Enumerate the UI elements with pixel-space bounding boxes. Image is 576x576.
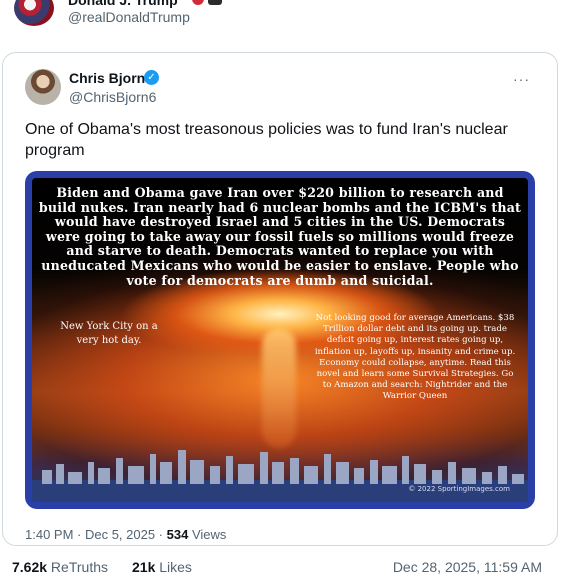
outer-flag-icon — [208, 0, 222, 5]
outer-avatar[interactable] — [14, 0, 54, 26]
image-right-caption: Not looking good for average Americans. … — [314, 313, 516, 402]
outer-author-handle[interactable]: @realDonaldTrump — [68, 9, 190, 25]
quoted-post-time[interactable]: 1:40 PM · Dec 5, 2025 · — [25, 527, 167, 542]
quoted-avatar[interactable] — [25, 69, 61, 105]
image-content: Biden and Obama gave Iran over $220 bill… — [32, 178, 528, 502]
quoted-post-card[interactable]: Chris Bjorn ✓ @ChrisBjorn6 ··· One of Ob… — [2, 52, 558, 546]
outer-post-header: Donald J. Trump @realDonaldTrump — [10, 0, 550, 30]
image-left-caption: New York City on a very hot day. — [60, 321, 158, 346]
post-stats-bar: 7.62k ReTruths 21k Likes Dec 28, 2025, 1… — [12, 559, 552, 576]
outer-badge-icon — [192, 0, 204, 5]
image-credit: © 2022 SportingImages.com — [408, 485, 510, 493]
retruths-count: 7.62k — [12, 559, 48, 575]
explosion-illustration — [262, 328, 296, 448]
views-count: 534 — [166, 527, 189, 542]
quoted-post-text: One of Obama's most treasonous policies … — [25, 121, 508, 159]
likes-count: 21k — [132, 559, 156, 575]
post-date[interactable]: Dec 28, 2025, 11:59 AM — [393, 559, 542, 575]
likes-label: Likes — [155, 559, 192, 575]
more-options-icon[interactable]: ··· — [513, 71, 530, 87]
post-image[interactable]: Biden and Obama gave Iran over $220 bill… — [25, 171, 535, 509]
image-headline-text: Biden and Obama gave Iran over $220 bill… — [38, 185, 522, 288]
quoted-post-meta: 1:40 PM · Dec 5, 2025 · 534 Views — [25, 527, 226, 542]
quoted-author-handle[interactable]: @ChrisBjorn6 — [69, 89, 156, 105]
retruths-stat[interactable]: 7.62k ReTruths — [12, 559, 108, 575]
quoted-author-name[interactable]: Chris Bjorn — [69, 70, 145, 86]
views-label: Views — [188, 527, 227, 542]
likes-stat[interactable]: 21k Likes — [132, 559, 192, 575]
outer-author-name[interactable]: Donald J. Trump — [68, 0, 178, 8]
retruths-label: ReTruths — [47, 559, 108, 575]
verified-badge-icon: ✓ — [144, 70, 159, 85]
